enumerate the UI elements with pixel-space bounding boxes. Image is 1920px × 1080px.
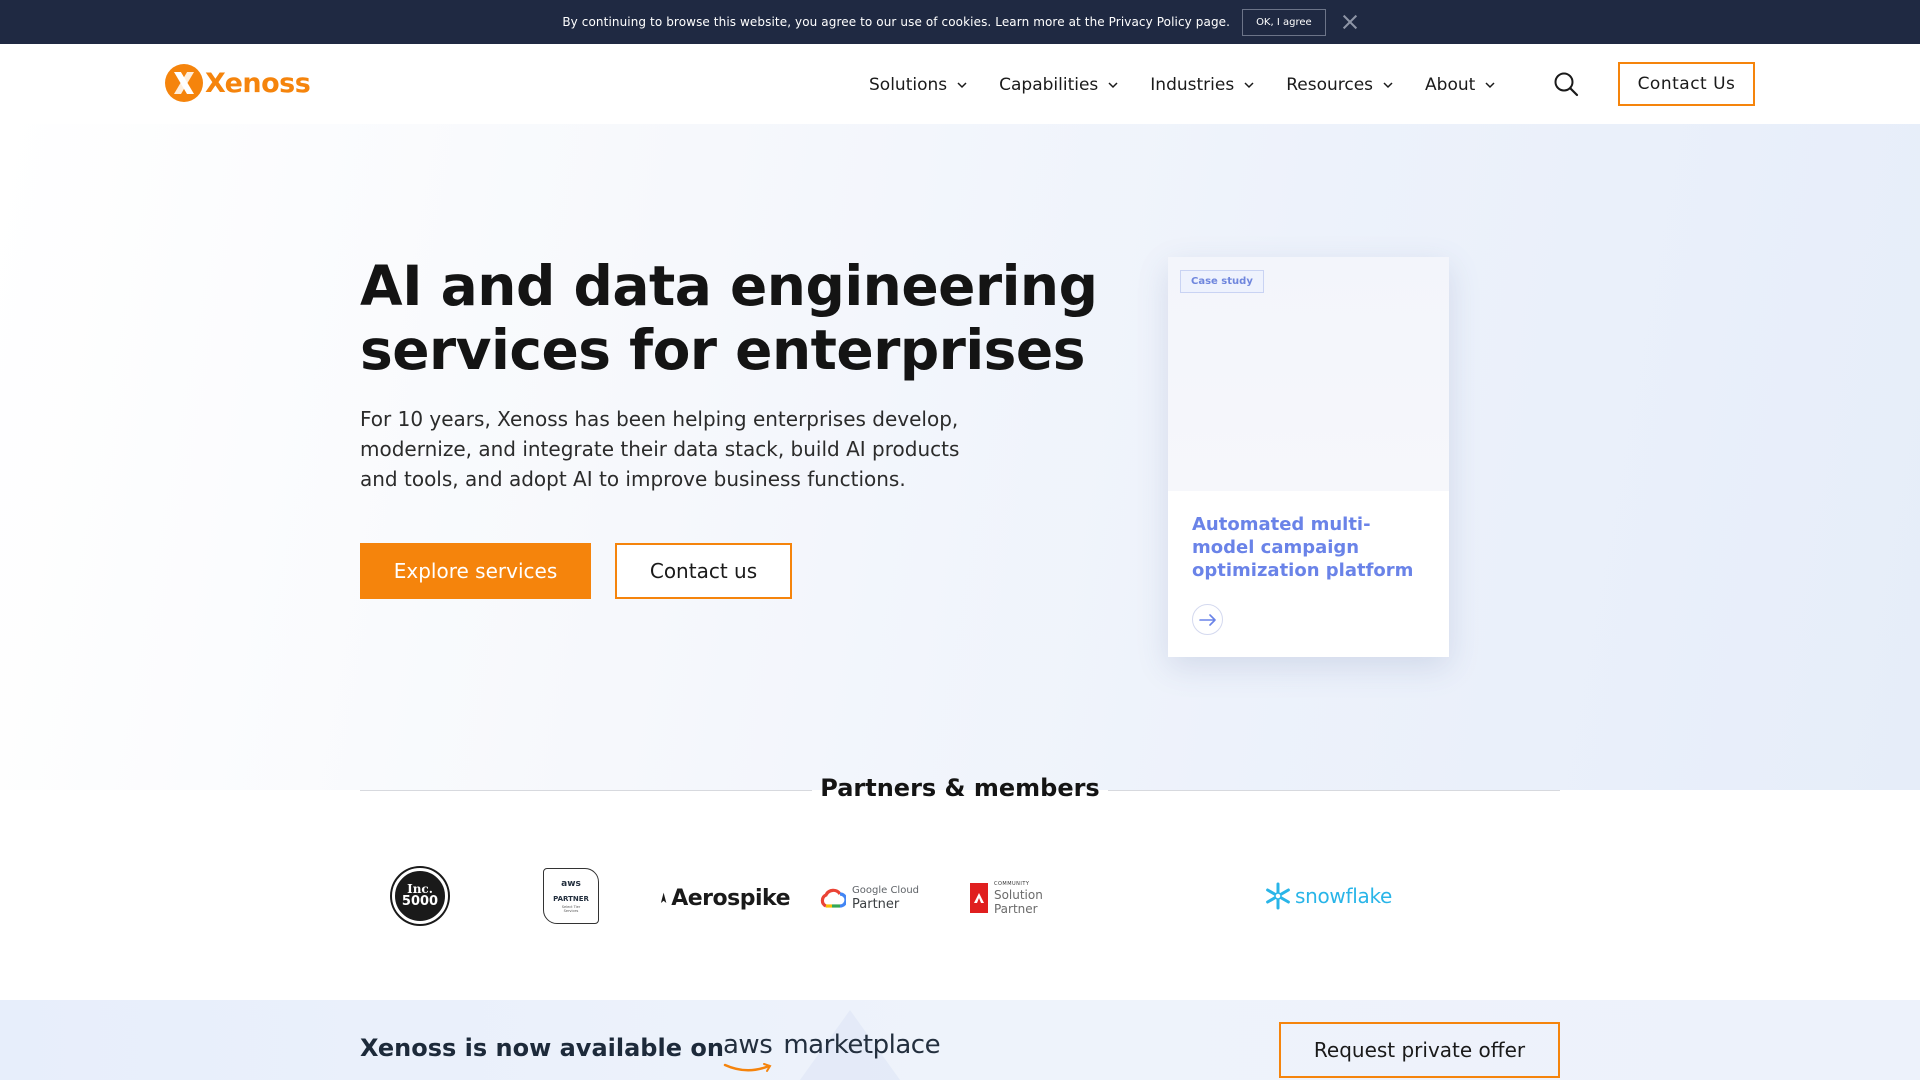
google-cloud-line1: Google Cloud xyxy=(852,885,920,896)
aws-marketplace-logo: aws marketplace xyxy=(723,1030,941,1072)
google-cloud-icon xyxy=(820,888,846,908)
hero-subtitle: For 10 years, Xenoss has been helping en… xyxy=(360,407,960,491)
inc-number: 5000 xyxy=(401,894,439,909)
nav-about[interactable]: About xyxy=(1425,70,1495,100)
logo[interactable]: Xenoss xyxy=(165,64,311,102)
chevron-down-icon xyxy=(1244,82,1254,89)
aws-smile-icon xyxy=(723,1063,772,1072)
nav-label: Resources xyxy=(1286,75,1374,95)
cookie-banner: By continuing to browse this website, yo… xyxy=(0,0,1920,44)
divider xyxy=(360,790,812,791)
nav-label: Industries xyxy=(1150,75,1235,95)
nav-label: About xyxy=(1425,75,1476,95)
adobe-icon xyxy=(970,883,988,913)
header-contact-button[interactable]: Contact Us xyxy=(1618,62,1755,106)
divider xyxy=(1108,790,1560,791)
hero-section: AI and data engineering services for ent… xyxy=(0,124,1920,790)
case-study-card[interactable]: Case study Automated multi-model campaig… xyxy=(1168,257,1449,657)
adobe-line1: COMMUNITY xyxy=(993,881,1030,887)
contact-us-button[interactable]: Contact us xyxy=(615,543,792,599)
adobe-line2: Solution Partner xyxy=(993,888,1043,916)
google-cloud-line2: Partner xyxy=(852,897,900,912)
arrow-right-icon[interactable] xyxy=(1192,604,1223,635)
google-cloud-partner-logo: Google Cloud Partner xyxy=(818,880,928,916)
cookie-text: By continuing to browse this website, yo… xyxy=(562,15,1231,29)
aerospike-icon xyxy=(660,892,667,903)
nav-label: Solutions xyxy=(869,75,948,95)
hero-title: AI and data engineering services for ent… xyxy=(360,254,1098,382)
close-icon[interactable] xyxy=(1342,14,1358,30)
nav-solutions[interactable]: Solutions xyxy=(869,70,967,100)
nav-capabilities[interactable]: Capabilities xyxy=(999,70,1118,100)
snowflake-text: snowflake xyxy=(1295,884,1393,908)
aerospike-logo: Aerospike xyxy=(660,880,790,916)
snowflake-icon xyxy=(1266,882,1290,910)
adobe-partner-logo: COMMUNITY Solution Partner xyxy=(970,880,1090,916)
aws-logo-aws: aws xyxy=(723,1030,773,1060)
inc5000-logo: Inc. 5000 xyxy=(392,868,448,924)
aerospike-text: Aerospike xyxy=(671,885,790,911)
aws-marketplace-banner: Xenoss is now available on aws marketpla… xyxy=(0,1000,1920,1080)
case-study-badge: Case study xyxy=(1180,270,1264,293)
nav-label: Capabilities xyxy=(999,75,1099,95)
aws-partner-top: aws xyxy=(561,879,581,889)
chevron-down-icon xyxy=(957,82,967,89)
snowflake-logo: snowflake xyxy=(1263,880,1393,912)
aws-partner-logo: aws PARTNER Select Tier Services xyxy=(543,868,599,924)
nav-resources[interactable]: Resources xyxy=(1286,70,1393,100)
explore-services-button[interactable]: Explore services xyxy=(360,543,591,599)
aws-partner-mid: PARTNER xyxy=(553,895,589,903)
search-icon[interactable] xyxy=(1553,71,1579,97)
chevron-down-icon xyxy=(1383,82,1393,89)
main-nav: Solutions Capabilities Industries Resour… xyxy=(869,70,1527,100)
cookie-accept-button[interactable]: OK, I agree xyxy=(1242,8,1326,36)
aws-logo-marketplace: marketplace xyxy=(783,1030,941,1060)
case-study-title[interactable]: Automated multi-model campaign optimizat… xyxy=(1192,513,1432,582)
partners-title: Partners & members xyxy=(820,774,1100,802)
request-private-offer-button[interactable]: Request private offer xyxy=(1279,1022,1560,1078)
aws-partner-bottom: Select Tier Services xyxy=(561,905,581,913)
nav-industries[interactable]: Industries xyxy=(1150,70,1254,100)
site-header: Xenoss Solutions Capabilities Industries… xyxy=(0,44,1920,124)
logo-text: Xenoss xyxy=(205,67,311,99)
chevron-down-icon xyxy=(1108,82,1118,89)
xenoss-logo-icon xyxy=(165,64,203,102)
aws-banner-text: Xenoss is now available on xyxy=(360,1034,724,1062)
chevron-down-icon xyxy=(1485,82,1495,89)
